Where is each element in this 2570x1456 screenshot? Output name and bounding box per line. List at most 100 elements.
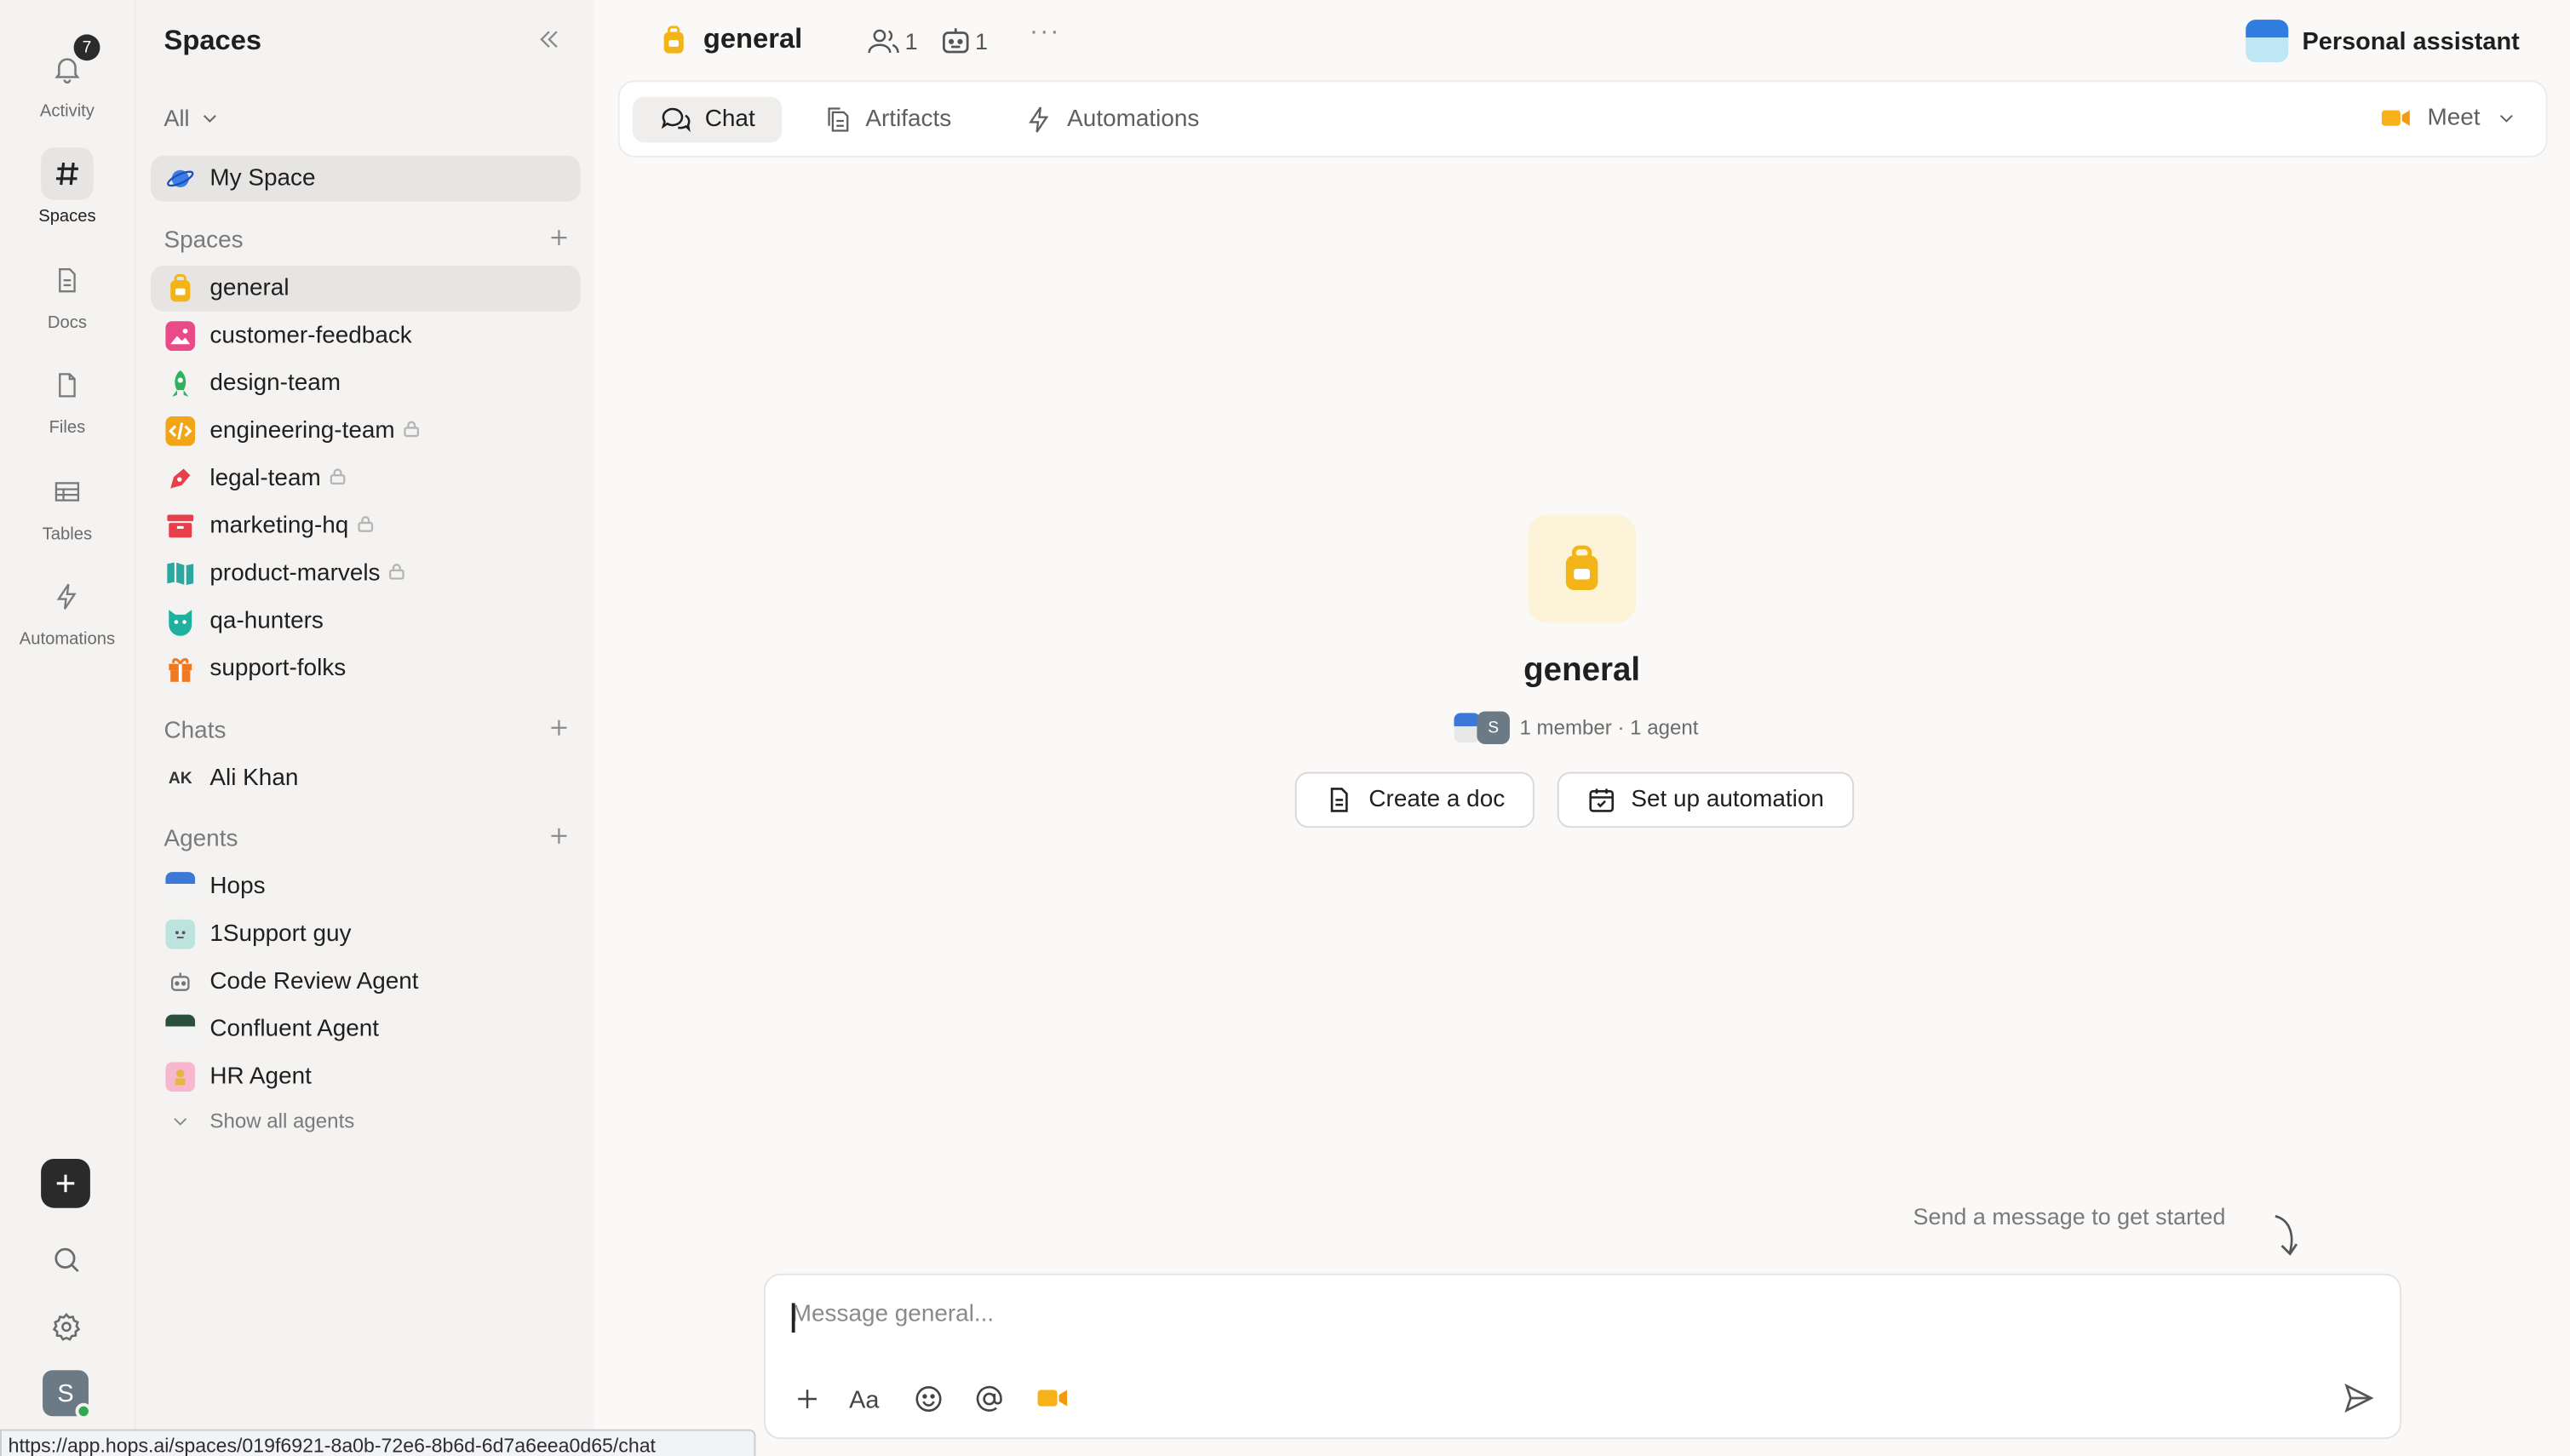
sidebar-item-general[interactable]: general <box>151 265 581 312</box>
rail-docs[interactable]: Docs <box>0 254 135 333</box>
online-status-dot <box>75 1402 92 1420</box>
hr-avatar-icon <box>165 1062 196 1092</box>
search-icon <box>54 1247 78 1272</box>
agent-label: Code Review Agent <box>209 968 419 995</box>
mention-button[interactable] <box>971 1380 1007 1416</box>
documents-icon <box>828 107 849 132</box>
sidebar-item-support-folks[interactable]: support-folks <box>151 645 580 691</box>
space-label: support-folks <box>209 656 347 682</box>
set-up-automation-button[interactable]: Set up automation <box>1557 771 1854 828</box>
format-text-button[interactable]: Aa <box>849 1380 885 1416</box>
personal-assistant-button[interactable]: Personal assistant <box>2246 20 2520 63</box>
status-bar-url: https://app.hops.ai/spaces/019f6921-8a0b… <box>0 1429 756 1456</box>
search-button[interactable] <box>41 1235 90 1284</box>
smiley-icon <box>915 1385 941 1412</box>
table-icon <box>41 466 94 519</box>
users-icon <box>868 28 899 53</box>
sidebar-item-design-team[interactable]: design-team <box>151 361 580 407</box>
space-label: marketing-hq <box>209 513 349 540</box>
collapse-sidebar-button[interactable] <box>536 26 562 60</box>
settings-button[interactable] <box>41 1301 90 1350</box>
spaces-filter-label: All <box>163 105 190 131</box>
rail-spaces[interactable]: Spaces <box>0 147 135 226</box>
space-meta: 1 1 <box>867 26 988 54</box>
chat-initials: AK <box>168 769 192 788</box>
tab-chat[interactable]: Chat <box>633 96 782 143</box>
agents-button[interactable]: 1 <box>941 26 988 54</box>
archive-box-icon <box>165 512 195 542</box>
agents-section-label: Agents <box>163 826 238 852</box>
agent-item-hr-agent[interactable]: HR Agent <box>151 1054 580 1100</box>
empty-state-title: general <box>1523 652 1641 689</box>
agent-item-1support-guy[interactable]: 1Support guy <box>151 911 580 957</box>
rail-automations[interactable]: Automations <box>0 570 135 649</box>
agent-item-code-review-agent[interactable]: Code Review Agent <box>151 959 580 1005</box>
start-hint-text: Send a message to get started <box>1913 1202 2226 1230</box>
agents-count: 1 <box>974 26 988 54</box>
chat-label: Ali Khan <box>209 765 299 792</box>
lock-icon <box>403 418 419 444</box>
sidebar-item-customer-feedback[interactable]: customer-feedback <box>151 313 580 359</box>
gift-icon <box>165 654 195 684</box>
attach-button[interactable] <box>789 1380 824 1416</box>
rail-activity-label: Activity <box>39 101 95 122</box>
agent-item-confluent-agent[interactable]: Confluent Agent <box>151 1006 580 1052</box>
sidebar-item-legal-team[interactable]: legal-team <box>151 456 580 502</box>
double-chevron-left-icon <box>540 31 558 49</box>
lock-icon <box>357 513 373 540</box>
chats-section-label: Chats <box>163 718 227 744</box>
tab-artifacts[interactable]: Artifacts <box>797 97 978 143</box>
message-composer: Aa <box>764 1273 2402 1440</box>
rail-activity[interactable]: Activity <box>0 43 135 121</box>
agents-section-header: Agents <box>164 824 581 854</box>
spaces-sidebar: Spaces All My Space Spaces general custo… <box>134 0 594 1456</box>
create-doc-button[interactable]: Create a doc <box>1294 771 1535 828</box>
members-count: 1 <box>904 26 918 54</box>
text-caret <box>791 1303 795 1333</box>
spaces-section-label: Spaces <box>163 227 244 255</box>
sidebar-item-marketing-hq[interactable]: marketing-hq <box>151 503 580 549</box>
send-button[interactable] <box>2341 1380 2377 1416</box>
sidebar-item-engineering-team[interactable]: engineering-team <box>151 408 580 454</box>
rail-files[interactable]: Files <box>0 359 135 438</box>
at-sign-icon <box>975 1384 1001 1411</box>
gear-icon <box>51 1311 80 1340</box>
rail-docs-label: Docs <box>47 312 87 333</box>
tab-automations[interactable]: Automations <box>998 97 1225 143</box>
code-icon <box>165 416 196 446</box>
show-all-agents-button[interactable]: Show all agents <box>151 1103 580 1139</box>
message-input[interactable] <box>791 1301 2268 1328</box>
add-agent-button[interactable] <box>548 824 571 854</box>
space-tab-bar: Chat Artifacts Automations Meet <box>617 80 2548 158</box>
video-camera-icon <box>2381 110 2410 126</box>
create-button[interactable] <box>41 1158 90 1208</box>
rail-tables[interactable]: Tables <box>0 466 135 544</box>
show-all-agents-label: Show all agents <box>209 1109 355 1133</box>
start-video-button[interactable] <box>1035 1380 1070 1416</box>
space-label: legal-team <box>209 465 321 492</box>
space-label: design-team <box>209 370 341 397</box>
space-label: product-marvels <box>209 560 381 588</box>
video-camera-icon <box>1037 1390 1068 1407</box>
agent-label: 1Support guy <box>209 920 352 948</box>
add-chat-button[interactable] <box>548 716 571 746</box>
emoji-button[interactable] <box>909 1380 945 1416</box>
backpack-icon <box>663 25 684 53</box>
document-icon <box>1330 788 1348 812</box>
sidebar-item-product-marvels[interactable]: product-marvels <box>151 551 580 597</box>
agent-item-hops[interactable]: Hops <box>151 863 580 909</box>
image-icon <box>165 321 196 351</box>
members-agents-summary: 1 member · 1 agent <box>1519 716 1699 740</box>
more-options-button[interactable]: ··· <box>1030 18 1061 48</box>
activity-badge: 7 <box>73 34 100 61</box>
tab-chat-label: Chat <box>704 106 755 133</box>
meet-dropdown[interactable]: Meet <box>2380 105 2516 131</box>
my-space-item[interactable]: My Space <box>151 155 581 202</box>
spaces-filter[interactable]: All <box>164 105 220 131</box>
members-button[interactable]: 1 <box>867 26 918 54</box>
sidebar-item-qa-hunters[interactable]: qa-hunters <box>151 599 580 645</box>
rail-tables-label: Tables <box>42 525 93 545</box>
chat-item-ali-khan[interactable]: AK Ali Khan <box>151 755 580 801</box>
add-space-button[interactable] <box>548 226 571 256</box>
chats-section-header: Chats <box>164 716 581 746</box>
